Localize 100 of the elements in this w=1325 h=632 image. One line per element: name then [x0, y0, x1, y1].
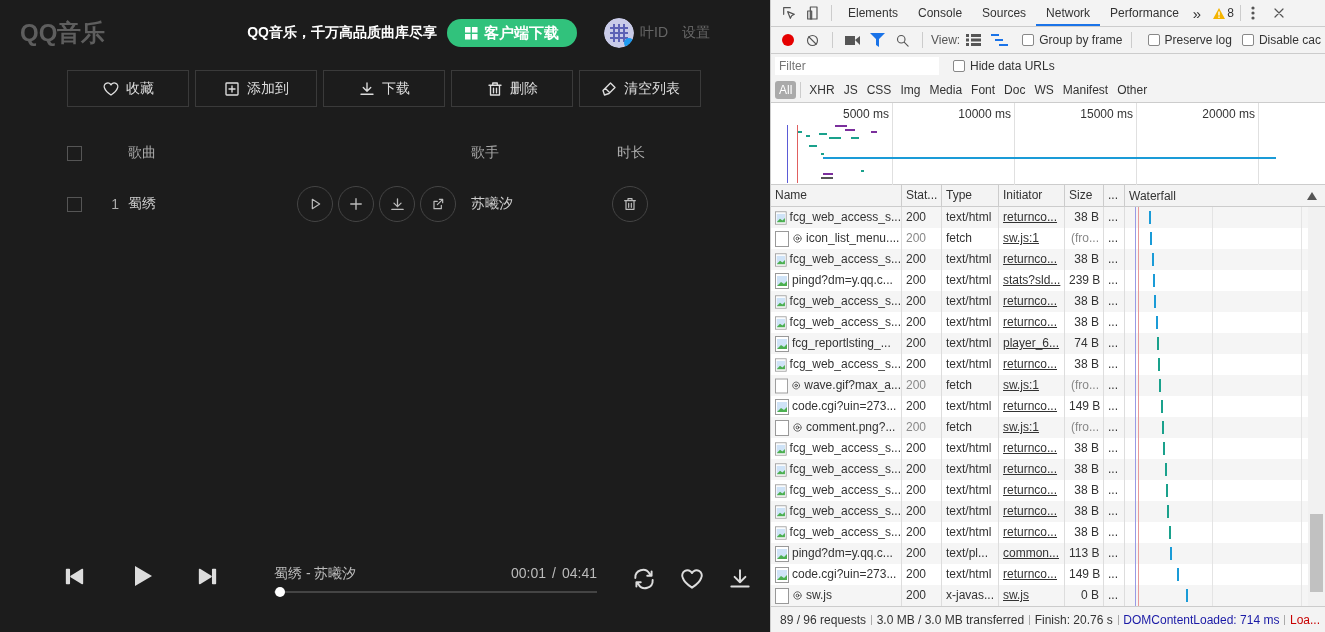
request-name[interactable]: fcg_web_access_s...	[789, 522, 901, 543]
content-type: text/html	[946, 567, 992, 581]
request-name[interactable]: fcg_web_access_s...	[789, 438, 901, 459]
checkbox[interactable]	[1022, 34, 1035, 46]
initiator-link[interactable]: returnco...	[1003, 567, 1058, 581]
panel-tab[interactable]: Elements	[838, 0, 909, 26]
initiator-link[interactable]: returnco...	[1003, 252, 1058, 266]
size-value: 74 B	[1074, 336, 1099, 350]
column-header[interactable]: Waterfall	[1129, 188, 1176, 203]
column-header[interactable]: Stat...	[906, 188, 938, 202]
type-filter[interactable]: WS	[1030, 81, 1058, 99]
request-name[interactable]: fcg_web_access_s...	[789, 249, 901, 270]
type-filter[interactable]: XHR	[805, 81, 839, 99]
initiator-link[interactable]: returnco...	[1003, 462, 1058, 476]
column-header[interactable]: Type	[946, 188, 972, 202]
filter-input[interactable]: Filter	[775, 57, 939, 75]
checkbox[interactable]	[67, 196, 82, 212]
initiator-link[interactable]: sw.js	[1003, 588, 1029, 602]
timing-bar	[1151, 253, 1154, 266]
brush-icon	[600, 79, 618, 98]
avatar[interactable]	[604, 18, 634, 48]
timing-bar	[1152, 274, 1155, 287]
initiator-link[interactable]: returnco...	[1003, 315, 1058, 329]
column-header: 歌曲	[127, 144, 157, 162]
initiator-link[interactable]: returnco...	[1003, 357, 1058, 371]
type-filter[interactable]: CSS	[862, 81, 896, 99]
checkbox[interactable]	[953, 60, 965, 72]
size-value: 38 B	[1074, 252, 1099, 266]
plus-square-icon	[223, 79, 241, 98]
request-name[interactable]: fcg_web_access_s...	[789, 207, 901, 228]
more-tabs-button[interactable]: »	[1188, 4, 1206, 22]
request-name[interactable]: pingd?dm=y.qq.c...	[792, 543, 893, 564]
type-filter[interactable]: JS	[839, 81, 862, 99]
initiator-link[interactable]: returnco...	[1003, 399, 1058, 413]
request-name[interactable]: comment.png?...	[806, 417, 896, 438]
column-header[interactable]: Size	[1069, 188, 1093, 202]
request-name[interactable]: fcg_web_access_s...	[789, 291, 901, 312]
column-header[interactable]: ...	[1108, 188, 1118, 202]
option-label[interactable]: Disable cac	[1258, 33, 1321, 47]
song-title[interactable]: 蜀绣	[128, 195, 156, 211]
request-name[interactable]: wave.gif?max_a...	[804, 375, 901, 396]
request-name[interactable]: code.cgi?uin=273...	[792, 396, 897, 417]
checkbox[interactable]	[1241, 34, 1254, 46]
toolbar-button[interactable]: 清空列表	[579, 70, 701, 107]
panel-tab[interactable]: Performance	[1100, 0, 1189, 26]
initiator-link[interactable]: returnco...	[1003, 504, 1058, 518]
status-text: 3.0 MB / 3.0 MB transferred	[875, 612, 1026, 627]
type-filter[interactable]: Img	[896, 81, 925, 99]
initiator-link[interactable]: sw.js:1	[1003, 378, 1039, 392]
initiator-link[interactable]: returnco...	[1003, 294, 1058, 308]
status-text: 89 / 96 requests	[779, 612, 868, 627]
request-name[interactable]: fcg_web_access_s...	[789, 312, 901, 333]
column-header[interactable]: Initiator	[1003, 188, 1043, 202]
sort-arrow-icon[interactable]	[1307, 191, 1317, 200]
option-label[interactable]: Group by frame	[1039, 33, 1123, 47]
initiator-link[interactable]: sw.js:1	[1003, 420, 1039, 434]
toolbar-button[interactable]: 删除	[451, 70, 573, 107]
checkbox[interactable]	[67, 145, 82, 161]
request-name[interactable]: code.cgi?uin=273...	[792, 564, 897, 585]
request-name[interactable]: sw.js	[806, 585, 832, 606]
request-name[interactable]: fcg_web_access_s...	[789, 480, 901, 501]
scrollbar[interactable]	[1308, 207, 1325, 606]
column-header[interactable]: Name	[775, 188, 807, 202]
plus-icon	[347, 195, 365, 213]
total-duration: 04:41	[561, 565, 597, 583]
panel-tab[interactable]: Console	[908, 0, 973, 26]
artist-name[interactable]: 苏曦汐	[471, 195, 617, 213]
request-name[interactable]: fcg_reportlsting_...	[792, 333, 891, 354]
initiator-link[interactable]: returnco...	[1003, 210, 1058, 224]
initiator-link[interactable]: player_6...	[1003, 336, 1060, 350]
warning-count[interactable]: 8	[1227, 6, 1234, 20]
toolbar-button[interactable]: 收藏	[67, 70, 189, 107]
initiator-link[interactable]: sw.js:1	[1003, 231, 1039, 245]
type-filter[interactable]: Other	[1113, 81, 1152, 99]
status-code: 200	[906, 420, 927, 434]
initiator-link[interactable]: stats?sld...	[1003, 273, 1061, 287]
request-name[interactable]: pingd?dm=y.qq.c...	[792, 270, 893, 291]
option-label[interactable]: Hide data URLs	[970, 59, 1055, 73]
request-name[interactable]: icon_list_menu....	[806, 228, 900, 249]
progress-thumb[interactable]	[274, 587, 285, 597]
request-name[interactable]: fcg_web_access_s...	[789, 459, 901, 480]
panel-tab[interactable]: Sources	[972, 0, 1037, 26]
initiator-link[interactable]: returnco...	[1003, 525, 1058, 539]
toolbar-button[interactable]: 添加到	[195, 70, 317, 107]
option-label[interactable]: Preserve log	[1164, 33, 1232, 47]
trash-icon	[486, 79, 504, 98]
type-filter[interactable]: Doc	[1000, 81, 1030, 99]
initiator-link[interactable]: common...	[1003, 546, 1059, 560]
toolbar-button[interactable]: 下载	[323, 70, 445, 107]
type-filter[interactable]: Font	[967, 81, 1000, 99]
request-name[interactable]: fcg_web_access_s...	[789, 501, 901, 522]
checkbox[interactable]	[1147, 34, 1160, 46]
initiator-link[interactable]: returnco...	[1003, 483, 1058, 497]
loop-button[interactable]	[631, 566, 657, 592]
type-filter[interactable]: Media	[925, 81, 967, 99]
clear-icon	[805, 32, 820, 48]
initiator-link[interactable]: returnco...	[1003, 441, 1058, 455]
request-name[interactable]: fcg_web_access_s...	[789, 354, 901, 375]
type-filter[interactable]: Manifest	[1058, 81, 1113, 99]
status-code: 200	[906, 336, 927, 350]
